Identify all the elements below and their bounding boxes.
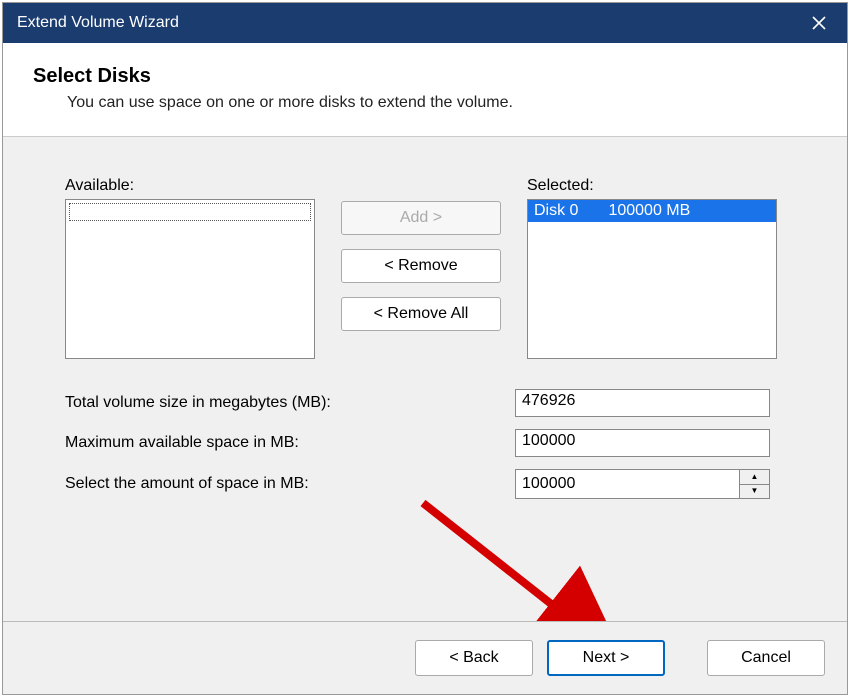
next-button[interactable]: Next > (547, 640, 665, 676)
wizard-window: Extend Volume Wizard Select Disks You ca… (2, 2, 848, 695)
wizard-header: Select Disks You can use space on one or… (3, 43, 847, 137)
selected-listbox[interactable]: Disk 0 100000 MB (527, 199, 777, 359)
total-size-label: Total volume size in megabytes (MB): (65, 394, 515, 412)
back-button[interactable]: < Back (415, 640, 533, 676)
content-area: Available: Add > < Remove < Remove All S… (3, 137, 847, 531)
wizard-footer: < Back Next > Cancel (3, 621, 847, 694)
amount-input[interactable] (515, 469, 740, 499)
total-size-value: 476926 (515, 389, 770, 417)
cancel-button[interactable]: Cancel (707, 640, 825, 676)
amount-label: Select the amount of space in MB: (65, 475, 515, 493)
add-button[interactable]: Add > (341, 201, 501, 235)
close-icon (811, 15, 827, 31)
spinner-up[interactable]: ▲ (740, 470, 769, 485)
available-empty-row (69, 203, 311, 221)
remove-all-button[interactable]: < Remove All (341, 297, 501, 331)
selected-disk-item[interactable]: Disk 0 100000 MB (528, 200, 776, 222)
max-space-label: Maximum available space in MB: (65, 434, 515, 452)
window-title: Extend Volume Wizard (17, 14, 179, 32)
available-listbox[interactable] (65, 199, 315, 359)
selected-disk-name: Disk 0 (534, 202, 604, 220)
available-label: Available: (65, 177, 315, 195)
page-description: You can use space on one or more disks t… (67, 94, 817, 112)
selected-label: Selected: (527, 177, 777, 195)
max-space-value: 100000 (515, 429, 770, 457)
close-button[interactable] (805, 9, 833, 37)
title-bar: Extend Volume Wizard (3, 3, 847, 43)
selected-disk-size: 100000 MB (608, 202, 690, 219)
spinner-down[interactable]: ▼ (740, 485, 769, 499)
page-title: Select Disks (33, 65, 817, 88)
remove-button[interactable]: < Remove (341, 249, 501, 283)
